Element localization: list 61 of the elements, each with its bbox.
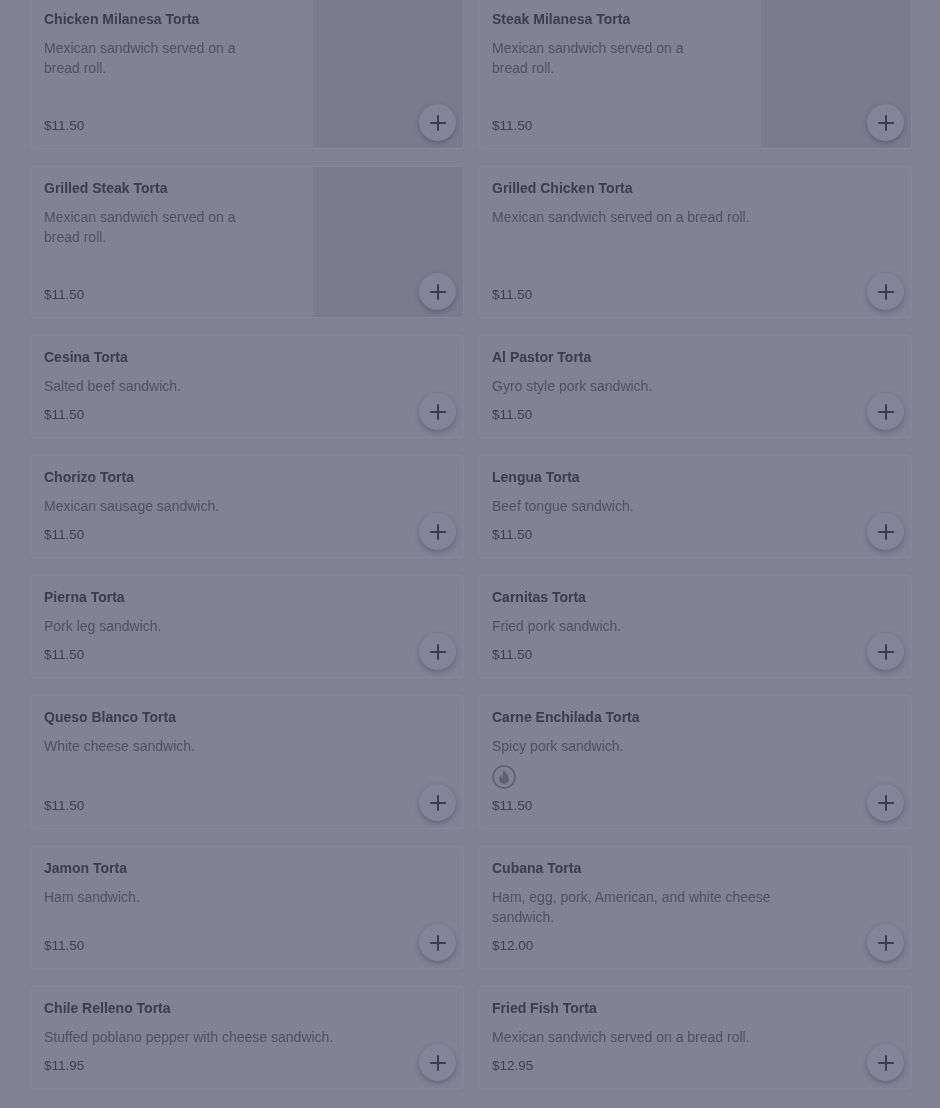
item-price: $12.00 [492,937,534,955]
plus-icon [429,283,446,300]
plus-icon [429,114,446,131]
add-button[interactable] [419,924,456,961]
item-name: Chicken Milanesa Torta [44,10,200,28]
add-button[interactable] [867,1044,904,1081]
item-price: $11.50 [492,646,533,664]
item-name: Carne Enchilada Torta [492,708,640,726]
item-price: $11.50 [492,286,533,304]
add-button[interactable] [419,1044,456,1081]
item-price: $11.50 [44,937,85,955]
item-name: Chorizo Torta [44,468,134,486]
plus-icon [877,283,894,300]
item-price: $11.50 [492,526,533,544]
item-price: $11.50 [44,526,85,544]
item-name: Steak Milanesa Torta [492,10,631,28]
item-price: $11.50 [44,117,85,135]
item-price: $11.50 [492,797,533,815]
item-name: Al Pastor Torta [492,348,592,366]
item-name: Lengua Torta [492,468,580,486]
item-name: Cesina Torta [44,348,128,366]
item-price: $11.50 [44,406,85,424]
item-name: Fried Fish Torta [492,999,597,1017]
plus-icon [429,934,446,951]
add-button[interactable] [867,924,904,961]
add-button[interactable] [419,784,456,821]
add-button[interactable] [867,273,904,310]
plus-icon [429,794,446,811]
item-name: Chile Relleno Torta [44,999,171,1017]
add-button[interactable] [867,784,904,821]
item-name: Queso Blanco Torta [44,708,176,726]
item-price: $11.95 [44,1057,85,1075]
item-price: $11.50 [44,286,85,304]
plus-icon [877,934,894,951]
plus-icon [429,643,446,660]
plus-icon [877,794,894,811]
item-price: $11.50 [492,406,533,424]
item-name: Pierna Torta [44,588,125,606]
item-price: $11.50 [44,646,85,664]
item-price: $11.50 [492,117,533,135]
item-price: $12.95 [492,1057,534,1075]
item-name: Jamon Torta [44,859,127,877]
item-name: Cubana Torta [492,859,582,877]
plus-icon [877,523,894,540]
plus-icon [429,1054,446,1071]
add-button[interactable] [419,633,456,670]
add-button[interactable] [867,393,904,430]
plus-icon [877,1054,894,1071]
plus-icon [877,114,894,131]
plus-icon [877,403,894,420]
item-price: $11.50 [44,797,85,815]
item-name: Grilled Chicken Torta [492,179,633,197]
item-name: Carnitas Torta [492,588,586,606]
plus-icon [429,523,446,540]
item-name: Grilled Steak Torta [44,179,168,197]
plus-icon [429,403,446,420]
add-button[interactable] [419,393,456,430]
add-button[interactable] [867,513,904,550]
plus-icon [877,643,894,660]
add-button[interactable] [419,513,456,550]
add-button[interactable] [867,633,904,670]
